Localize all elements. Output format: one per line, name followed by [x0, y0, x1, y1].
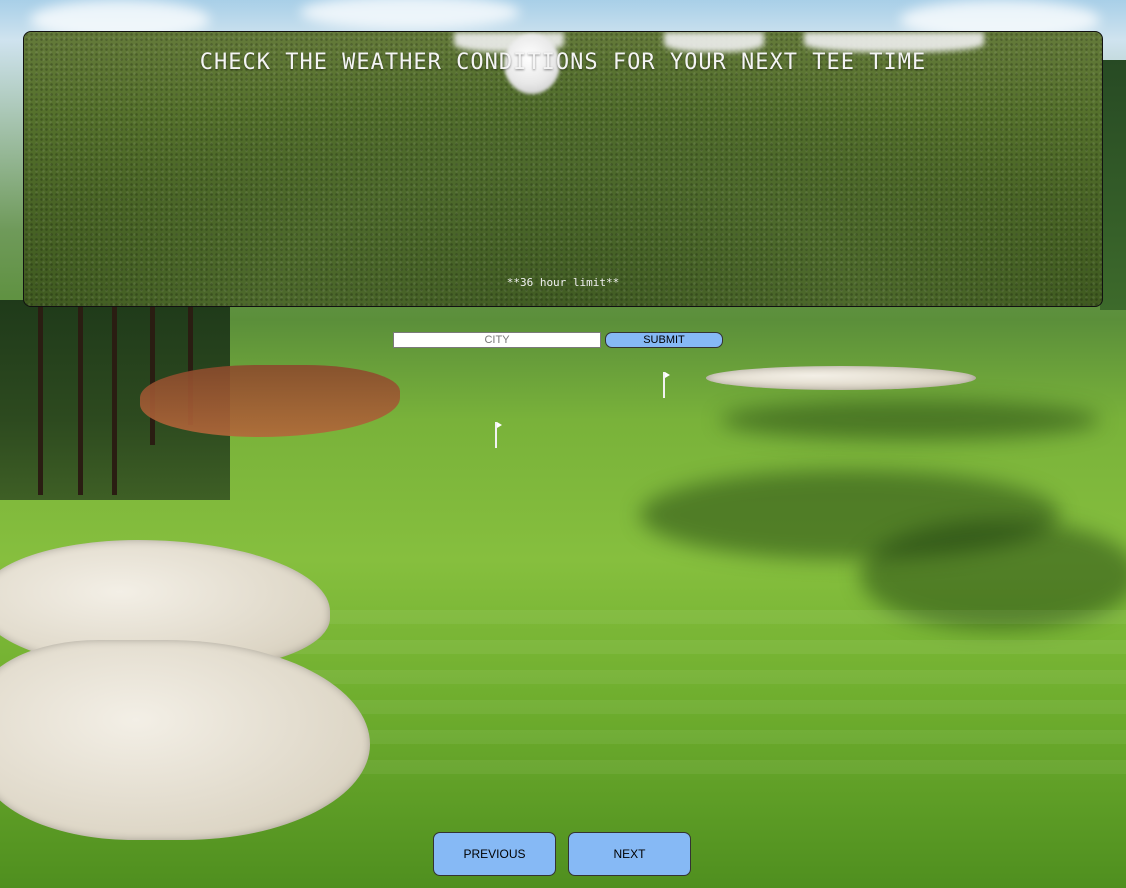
- tree-line-right: [1100, 60, 1126, 310]
- page-title: CHECK THE WEATHER CONDITIONS FOR YOUR NE…: [199, 50, 927, 75]
- hero-banner: CHECK THE WEATHER CONDITIONS FOR YOUR NE…: [23, 31, 1103, 307]
- sand-bunker: [706, 366, 976, 390]
- blurred-object: [664, 32, 764, 52]
- mound-shadow: [720, 400, 1100, 440]
- next-button[interactable]: NEXT: [568, 832, 691, 876]
- tree-trunk: [112, 305, 117, 495]
- time-limit-note: **36 hour limit**: [506, 276, 620, 289]
- city-input[interactable]: [393, 332, 601, 348]
- tree-trunk: [78, 305, 83, 495]
- tree-trunk: [38, 305, 43, 495]
- blurred-object: [804, 32, 984, 52]
- autumn-brush: [140, 365, 400, 437]
- submit-button[interactable]: SUBMIT: [605, 332, 723, 348]
- pin-flag: [663, 372, 670, 398]
- previous-button[interactable]: PREVIOUS: [433, 832, 556, 876]
- cloud: [300, 0, 520, 30]
- tree-trunk: [150, 305, 155, 445]
- pin-flag: [495, 422, 502, 448]
